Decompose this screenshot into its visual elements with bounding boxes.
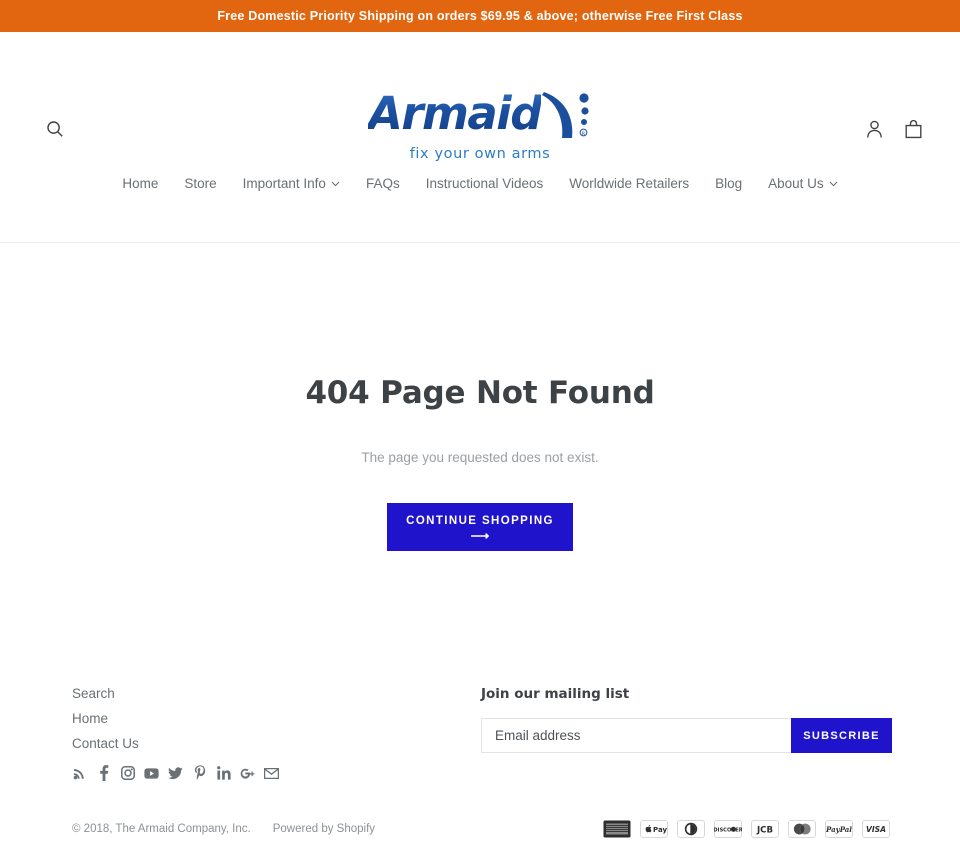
nav-item-important-info[interactable]: Important Info bbox=[230, 168, 353, 199]
nav-item-home[interactable]: Home bbox=[109, 168, 171, 199]
twitter-icon[interactable] bbox=[168, 764, 183, 782]
logo-swoosh-icon: R bbox=[540, 88, 596, 142]
footer-bottom: © 2018, The Armaid Company, Inc. Powered… bbox=[36, 819, 924, 838]
payment-methods: Pay DISCOVER JCB PayPal VISA bbox=[603, 819, 890, 838]
youtube-icon[interactable] bbox=[144, 764, 159, 782]
account-button[interactable] bbox=[863, 117, 885, 141]
footer-links-column: Search Home Contact Us bbox=[36, 686, 444, 782]
site-footer: Search Home Contact Us Join our mailing … bbox=[0, 658, 960, 838]
rss-icon[interactable] bbox=[72, 764, 87, 782]
newsletter-column: Join our mailing list SUBSCRIBE bbox=[444, 686, 924, 782]
continue-shopping-button[interactable]: CONTINUE SHOPPING ⟶ bbox=[387, 503, 573, 552]
cart-button[interactable] bbox=[902, 117, 924, 141]
site-header: Armaid R fix your own arms bbox=[0, 32, 960, 162]
facebook-icon[interactable] bbox=[96, 764, 111, 782]
pinterest-icon[interactable] bbox=[192, 764, 207, 782]
apple-pay-icon: Pay bbox=[640, 819, 668, 838]
announcement-text: Free Domestic Priority Shipping on order… bbox=[217, 9, 743, 23]
logo-tagline: fix your own arms bbox=[409, 146, 551, 162]
nav-item-blog[interactable]: Blog bbox=[702, 168, 755, 199]
discover-icon: DISCOVER bbox=[714, 819, 742, 838]
footer-link-search[interactable]: Search bbox=[72, 686, 444, 701]
newsletter-title: Join our mailing list bbox=[481, 686, 630, 702]
american-express-icon bbox=[603, 820, 631, 837]
svg-text:PayPal: PayPal bbox=[825, 824, 852, 833]
page-content-404: 404 Page Not Found The page you requeste… bbox=[0, 243, 960, 658]
instagram-icon[interactable] bbox=[120, 764, 135, 782]
announcement-bar: Free Domestic Priority Shipping on order… bbox=[0, 0, 960, 32]
nav-label: Blog bbox=[715, 176, 743, 191]
linkedin-icon[interactable] bbox=[216, 764, 231, 782]
email-input[interactable] bbox=[481, 718, 791, 753]
googleplus-icon[interactable] bbox=[240, 764, 255, 782]
jcb-icon: JCB bbox=[751, 819, 779, 838]
footer-top: Search Home Contact Us Join our mailing … bbox=[36, 658, 924, 782]
nav-item-worldwide-retailers[interactable]: Worldwide Retailers bbox=[556, 168, 702, 199]
nav-item-faqs[interactable]: FAQs bbox=[353, 168, 413, 199]
nav-label: Important Info bbox=[242, 176, 326, 191]
subscribe-button[interactable]: SUBSCRIBE bbox=[791, 718, 892, 753]
svg-text:VISA: VISA bbox=[866, 825, 886, 834]
chevron-down-icon bbox=[331, 181, 340, 187]
chevron-down-icon bbox=[829, 181, 838, 187]
footer-link-home[interactable]: Home bbox=[72, 711, 444, 726]
nav-item-store[interactable]: Store bbox=[171, 168, 229, 199]
visa-icon: VISA bbox=[862, 819, 890, 838]
nav-item-instructional-videos[interactable]: Instructional Videos bbox=[413, 168, 557, 199]
powered-by-shopify-link[interactable]: Powered by Shopify bbox=[273, 823, 375, 835]
page-subtitle: The page you requested does not exist. bbox=[361, 449, 599, 465]
continue-shopping-label: CONTINUE SHOPPING bbox=[406, 514, 554, 527]
logo-mark-group: Armaid R bbox=[368, 87, 592, 142]
mastercard-icon bbox=[788, 819, 816, 838]
nav-label: FAQs bbox=[365, 176, 400, 191]
nav-list: Home Store Important Info FAQs Instructi… bbox=[109, 168, 850, 199]
shopping-bag-icon bbox=[904, 119, 923, 139]
svg-text:DISCOVER: DISCOVER bbox=[714, 827, 742, 833]
nav-item-about-us[interactable]: About Us bbox=[755, 168, 851, 199]
diners-club-icon bbox=[677, 819, 705, 838]
logo-wordmark: Armaid bbox=[368, 87, 542, 140]
nav-label: Home bbox=[122, 176, 159, 191]
copyright-row: © 2018, The Armaid Company, Inc. Powered… bbox=[72, 823, 375, 835]
svg-text:Pay: Pay bbox=[653, 825, 667, 833]
svg-text:JCB: JCB bbox=[756, 825, 773, 835]
email-icon[interactable] bbox=[264, 764, 279, 782]
nav-label: Store bbox=[184, 176, 217, 191]
nav-label: Worldwide Retailers bbox=[569, 176, 690, 191]
paypal-icon: PayPal bbox=[825, 819, 853, 838]
footer-link-contact-us[interactable]: Contact Us bbox=[72, 736, 444, 751]
account-person-icon bbox=[866, 120, 883, 139]
svg-text:R: R bbox=[582, 132, 586, 138]
header-actions bbox=[863, 117, 924, 141]
nav-label: About Us bbox=[768, 176, 824, 191]
nav-label: Instructional Videos bbox=[425, 176, 544, 191]
newsletter-form: SUBSCRIBE bbox=[481, 718, 892, 753]
copyright-text: © 2018, The Armaid Company, Inc. bbox=[72, 822, 251, 835]
social-links bbox=[72, 764, 444, 782]
arrow-right-icon: ⟶ bbox=[470, 527, 490, 543]
site-logo[interactable]: Armaid R fix your own arms bbox=[0, 87, 960, 162]
page-title: 404 Page Not Found bbox=[305, 375, 655, 411]
main-navigation: Home Store Important Info FAQs Instructi… bbox=[0, 160, 960, 243]
